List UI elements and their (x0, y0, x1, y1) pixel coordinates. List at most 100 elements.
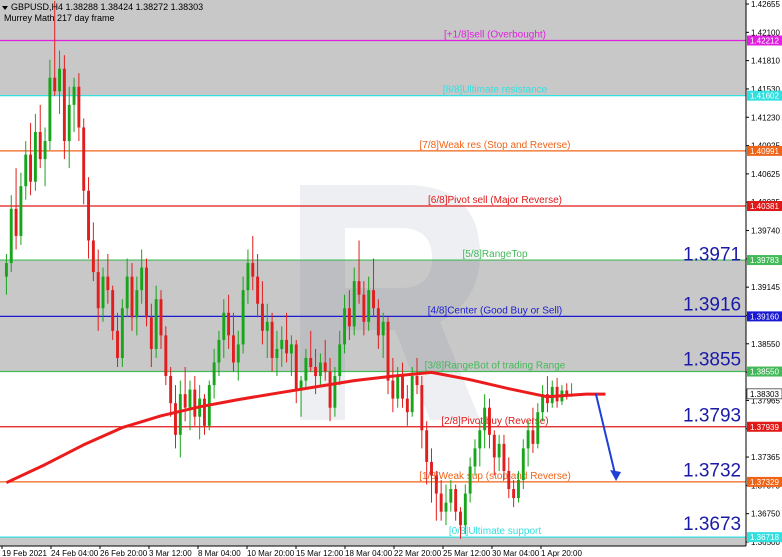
candle-body (82, 127, 86, 191)
price-tick-label: 1.36750 (751, 510, 780, 519)
candle-body (106, 276, 110, 291)
level-price-tag-text: 1.41602 (750, 92, 779, 101)
candle-body (309, 357, 313, 368)
candle-body (48, 77, 52, 142)
murrey-level-label: [7/8]Weak res (Stop and Reverse) (420, 140, 571, 151)
candle-body (430, 461, 433, 476)
candle-body (386, 321, 390, 381)
level-value-label: 1.3916 (683, 294, 741, 315)
candle-body (439, 493, 443, 512)
level-price-tag-text: 1.39160 (750, 312, 779, 321)
candle-body (260, 303, 264, 331)
candle-body (53, 77, 57, 92)
candle-body (478, 430, 482, 449)
candle-body (251, 263, 255, 277)
candle-body (391, 380, 395, 399)
symbol-line: GBPUSD,H4 1.38288 1.38424 1.38272 1.3830… (11, 2, 203, 12)
candle-body (434, 475, 438, 494)
murrey-level-label: [4/8]Center (Good Buy or Sell) (428, 305, 563, 316)
candle-body (405, 398, 409, 413)
candle-body (145, 267, 148, 318)
level-value-label: 1.3855 (683, 350, 741, 371)
candle-body (318, 362, 322, 377)
candle-body (120, 308, 124, 358)
candle-body (502, 443, 506, 471)
candle-body (154, 299, 158, 349)
candle-body (381, 321, 385, 336)
level-value-label: 1.3673 (683, 514, 741, 535)
candle-body (101, 276, 105, 309)
candle-body (275, 348, 279, 358)
candle-body (29, 154, 33, 182)
candle-body (159, 299, 163, 336)
candle-body (420, 385, 424, 431)
candle-body (149, 317, 153, 349)
candle-body (517, 480, 520, 499)
level-price-tag-text: 1.37329 (750, 478, 779, 487)
candle-body (33, 131, 37, 182)
candle-body (459, 511, 462, 526)
level-price-tag-text: 1.42212 (750, 36, 779, 45)
candle-body (512, 489, 516, 499)
candle-body (343, 308, 346, 345)
candle-body (304, 357, 308, 381)
candle-body (58, 68, 61, 92)
murrey-level-label: [6/8]Pivot sell (Major Reverse) (428, 195, 562, 206)
price-tick-label: 1.40625 (751, 170, 780, 179)
candle-body (183, 394, 187, 408)
candle-body (531, 430, 535, 444)
time-tick-label: 8 Mar 04:00 (198, 549, 241, 557)
candle-body (362, 294, 366, 322)
candle-body (236, 344, 240, 363)
candle-body (347, 308, 351, 327)
level-value-label: 1.3793 (683, 406, 741, 427)
candle-body (217, 339, 221, 363)
murrey-level-label: [5/8]RangeTop (462, 249, 527, 260)
candle-body (9, 208, 13, 264)
candle-body (135, 290, 139, 318)
candle-body (164, 335, 168, 377)
candle-body (270, 321, 274, 358)
candle-body (449, 489, 453, 503)
candle-body (212, 362, 216, 386)
candle-body (463, 493, 467, 526)
candle-body (256, 276, 260, 304)
candle-body (285, 339, 289, 354)
candle-body (555, 386, 559, 402)
murrey-level-label: [+1/8]sell (Overbought) (444, 29, 546, 40)
time-tick-label: 24 Feb 04:00 (51, 549, 99, 557)
candle-body (280, 339, 284, 349)
level-price-tag-text: 1.40991 (750, 147, 779, 156)
candle-body (536, 412, 540, 444)
candle-body (24, 154, 28, 187)
level-price-tag-text: 1.39783 (750, 256, 779, 265)
candle-body (72, 86, 76, 105)
level-value-label: 1.3971 (683, 245, 741, 266)
time-tick-label: 19 Feb 2021 (2, 549, 47, 557)
candle-body (174, 403, 177, 435)
candle-body (4, 263, 8, 277)
price-chart: [+1/8]sell (Overbought) [8/8]Ultimate res… (0, 0, 782, 557)
chart-window: [+1/8]sell (Overbought) [8/8]Ultimate res… (0, 0, 782, 557)
candle-body (241, 290, 245, 345)
price-tick-label: 1.39145 (751, 283, 780, 292)
candle-body (116, 330, 119, 358)
candle-body (410, 376, 414, 413)
candle-body (415, 376, 419, 386)
candle-body (473, 448, 477, 467)
candle-body (232, 335, 235, 363)
candle-body (376, 308, 380, 336)
level-price-tag-text: 1.40381 (750, 202, 779, 211)
candle-body (43, 141, 47, 160)
candle-body (203, 398, 206, 426)
candle-body (328, 371, 332, 408)
murrey-level-label: [3/8]RangeBot of trading Range (425, 361, 566, 372)
candle-body (87, 190, 90, 241)
candle-body (62, 68, 66, 142)
murrey-level-label: [8/8]Ultimate resistance (443, 85, 548, 96)
candle-body (492, 434, 496, 458)
candle-body (314, 367, 318, 377)
candle-body (193, 389, 197, 417)
candle-body (96, 272, 100, 309)
murrey-level-label: [1/8]Weak sup (stop and Reverse) (419, 471, 571, 482)
